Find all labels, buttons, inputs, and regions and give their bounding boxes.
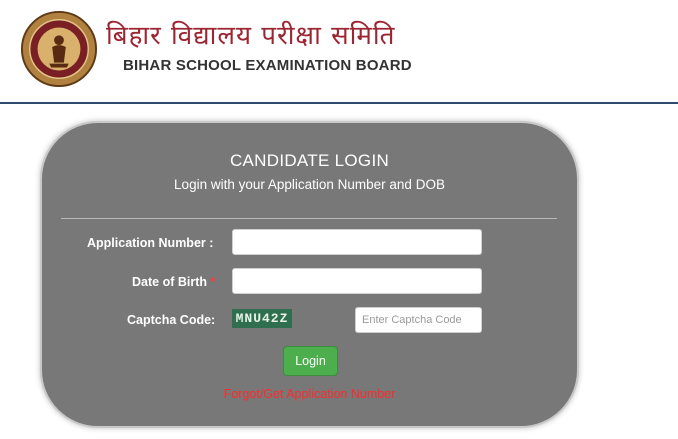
required-marker: * xyxy=(210,275,216,289)
captcha-label: Captcha Code: xyxy=(127,313,216,327)
captcha-image: MNU42Z xyxy=(232,309,292,328)
captcha-input[interactable] xyxy=(355,307,482,333)
bseb-emblem-icon xyxy=(20,10,98,88)
board-name-english: BIHAR SCHOOL EXAMINATION BOARD xyxy=(123,57,412,74)
header-divider xyxy=(0,102,678,104)
forgot-application-number-link[interactable]: Forgot/Get Application Number xyxy=(42,387,577,401)
application-number-label: Application Number : xyxy=(87,236,214,250)
page-header: बिहार विद्यालय परीक्षा समिति BIHAR SCHOO… xyxy=(0,0,678,104)
login-button[interactable]: Login xyxy=(283,346,338,376)
dob-label: Date of Birth * xyxy=(132,275,215,289)
dob-label-text: Date of Birth xyxy=(132,275,207,289)
panel-divider xyxy=(61,218,557,219)
board-name-hindi: बिहार विद्यालय परीक्षा समिति xyxy=(106,21,396,51)
login-title: CANDIDATE LOGIN xyxy=(229,151,390,170)
application-number-input[interactable] xyxy=(232,229,482,255)
login-panel: CANDIDATE LOGIN Login with your Applicat… xyxy=(40,121,579,428)
dob-input[interactable] xyxy=(232,268,482,294)
login-subtitle: Login with your Application Number and D… xyxy=(174,177,445,192)
